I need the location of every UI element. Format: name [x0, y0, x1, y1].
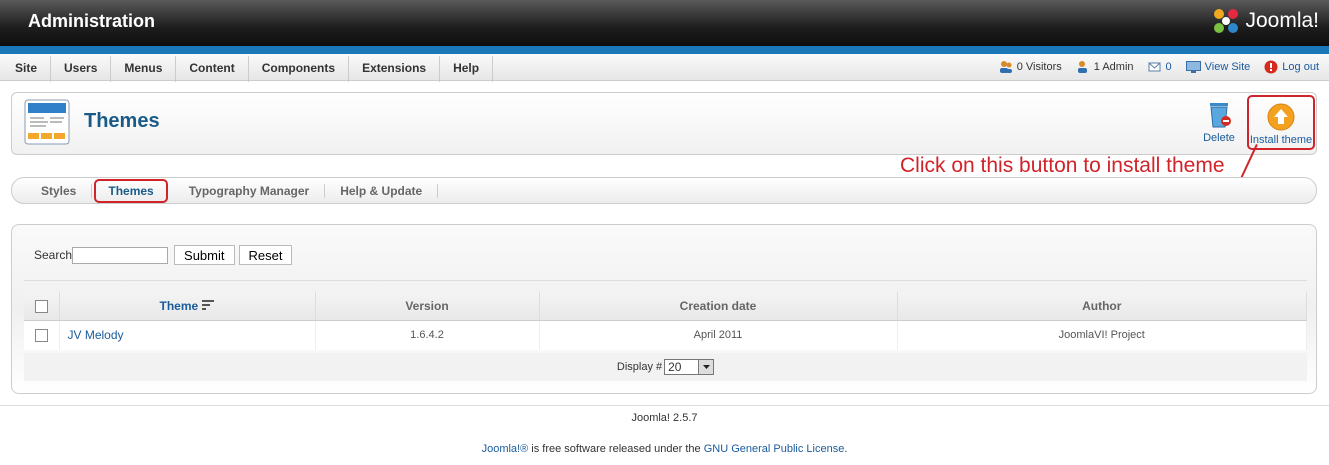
divider: [24, 280, 1307, 281]
submenu-tabs: Styles Themes Typography Manager Help & …: [11, 177, 1317, 204]
menu-item-help[interactable]: Help: [440, 56, 494, 82]
content-border: [0, 405, 1329, 406]
page-title: Themes: [84, 110, 160, 132]
visitors-count: 0 Visitors: [1016, 61, 1062, 73]
search-label: Search: [34, 248, 73, 262]
display-label: Display #: [616, 361, 663, 373]
author-column-header[interactable]: Author: [897, 292, 1307, 321]
toolbar-box: Themes Delete Install theme: [11, 92, 1317, 155]
tab-styles[interactable]: Styles: [26, 183, 93, 198]
dropdown-arrow-icon: [698, 360, 714, 374]
logout-label: Log out: [1282, 61, 1319, 73]
row-checkbox[interactable]: [34, 328, 48, 342]
tab-help-update[interactable]: Help & Update: [325, 183, 439, 198]
theme-version: 1.6.4.2: [315, 320, 540, 350]
joomla-logo-icon: [1214, 9, 1239, 33]
monitor-icon: [1185, 61, 1201, 73]
delete-button[interactable]: Delete: [1200, 99, 1238, 144]
header-accent-bar: [0, 46, 1329, 54]
themes-table: Theme Version Creation date Author JV Me…: [24, 292, 1307, 350]
search-row: Search Submit Reset: [34, 245, 296, 265]
menu-item-components[interactable]: Components: [249, 56, 350, 82]
theme-creation-date: April 2011: [539, 320, 898, 350]
pagination-bar: Display # 20: [24, 353, 1307, 381]
logout-icon: [1264, 60, 1278, 74]
admins-status: 1 Admin: [1076, 60, 1134, 74]
delete-label: Delete: [1203, 132, 1235, 144]
admins-count: 1 Admin: [1093, 61, 1134, 73]
table-header-row: Theme Version Creation date Author: [24, 292, 1307, 321]
install-theme-label: Install theme: [1249, 134, 1313, 146]
joomla-logo[interactable]: Joomla!: [1211, 6, 1319, 36]
themes-icon: [24, 99, 70, 148]
version-column-header[interactable]: Version: [315, 292, 540, 321]
logo-text: Joomla!: [1245, 9, 1319, 32]
tab-themes[interactable]: Themes: [94, 178, 168, 203]
footer-version: Joomla! 2.5.7: [631, 412, 698, 424]
annotation-text: Click on this button to install theme: [900, 154, 1225, 177]
theme-column-header[interactable]: Theme: [59, 292, 316, 321]
tab-typography-manager[interactable]: Typography Manager: [174, 183, 326, 198]
footer-license: Joomla!® is free software released under…: [0, 443, 1329, 455]
header: Administration Joomla!: [0, 0, 1329, 46]
logout-link[interactable]: Log out: [1264, 60, 1319, 74]
upload-icon: [1267, 103, 1295, 131]
license-period: .: [844, 443, 848, 455]
main-menu: Site Users Menus Content Components Exte…: [2, 56, 494, 82]
menu-bar: Site Users Menus Content Components Exte…: [0, 54, 1329, 82]
main-panel: Search Submit Reset Theme Version Creati…: [11, 224, 1317, 394]
joomla-link[interactable]: Joomla!®: [482, 443, 529, 455]
theme-name-link[interactable]: JV Melody: [59, 320, 316, 350]
menu-item-site[interactable]: Site: [2, 56, 52, 82]
search-input[interactable]: [72, 246, 169, 264]
row-select-cell: [24, 320, 60, 350]
menu-item-content[interactable]: Content: [176, 56, 249, 82]
view-site-label: View Site: [1204, 61, 1251, 73]
menu-item-users[interactable]: Users: [51, 56, 112, 82]
menu-item-extensions[interactable]: Extensions: [349, 56, 441, 82]
reset-button[interactable]: Reset: [238, 245, 293, 265]
app-title: Administration: [28, 11, 156, 31]
page: Administration Joomla! Site Users Menus …: [0, 0, 1329, 465]
status-bar: 0 Visitors 1 Admin 0 View Site Log out: [985, 60, 1319, 74]
visitors-status: 0 Visitors: [999, 60, 1062, 74]
creation-date-column-header[interactable]: Creation date: [539, 292, 898, 321]
select-all-checkbox[interactable]: [34, 299, 48, 313]
display-count-value: 20: [668, 360, 682, 374]
submit-button[interactable]: Submit: [174, 245, 235, 265]
display-count-select[interactable]: 20: [664, 359, 715, 375]
sort-icon: [201, 299, 214, 310]
menu-item-menus[interactable]: Menus: [111, 56, 177, 82]
message-icon: [1148, 62, 1161, 72]
theme-author: JoomlaVI! Project: [897, 320, 1307, 350]
trash-icon: [1210, 103, 1231, 128]
users-icon: [999, 61, 1012, 73]
messages-status[interactable]: 0: [1148, 60, 1172, 74]
admin-icon: [1077, 61, 1087, 73]
messages-count: 0: [1165, 61, 1172, 73]
theme-header-label: Theme: [159, 298, 199, 313]
table-row: JV Melody 1.6.4.2 April 2011 JoomlaVI! P…: [24, 320, 1307, 350]
license-text: is free software released under the: [528, 443, 704, 455]
gpl-license-link[interactable]: GNU General Public License: [704, 443, 845, 455]
view-site-link[interactable]: View Site: [1185, 61, 1251, 73]
install-theme-button[interactable]: Install theme: [1247, 95, 1315, 150]
select-all-header: [24, 292, 60, 321]
